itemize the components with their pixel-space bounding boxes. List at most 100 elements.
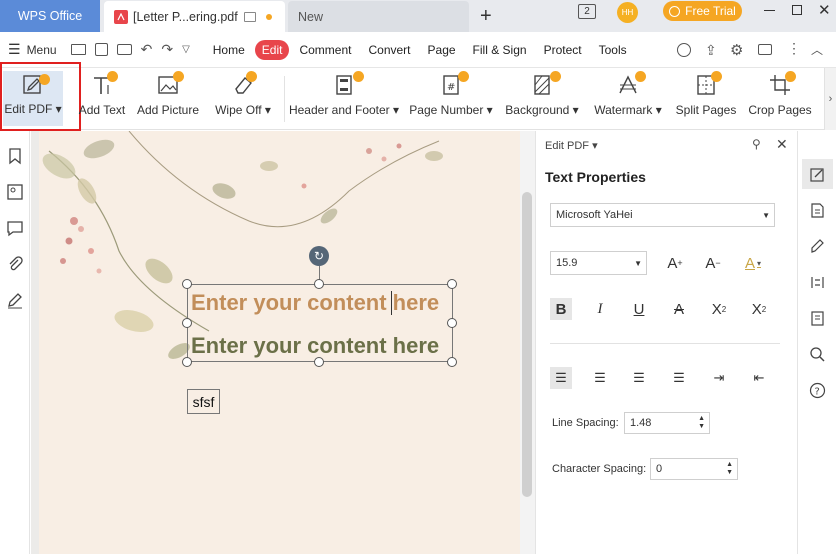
upload-icon[interactable]: ⇪ [705, 42, 717, 59]
comment-bubble-icon[interactable] [758, 44, 772, 55]
resize-handle[interactable] [447, 279, 457, 289]
small-text-box[interactable]: sfsf [187, 389, 220, 414]
superscript-icon[interactable]: X2 [708, 298, 730, 320]
help-question-icon[interactable]: ? [809, 382, 826, 399]
decrease-font-size-icon[interactable]: A − [702, 252, 724, 274]
save-icon[interactable] [94, 43, 108, 56]
align-center-icon[interactable]: ☰ [589, 367, 611, 389]
align-right-icon[interactable]: ☰ [628, 367, 650, 389]
menu-item-edit[interactable]: Edit [254, 39, 290, 60]
indent-decrease-icon[interactable]: ⇤ [748, 367, 770, 389]
close-window-icon[interactable]: ✕ [818, 1, 831, 19]
wipe-off-button[interactable]: Wipe Off ▾ [213, 68, 273, 130]
monitor-icon[interactable] [244, 11, 256, 22]
right-toolbar: ? [797, 131, 836, 554]
collapse-ribbon-icon[interactable]: ︿ [811, 41, 823, 58]
maximize-icon[interactable] [792, 5, 802, 15]
stepper-icon[interactable]: ▲ ▼ [698, 415, 705, 431]
redo-icon[interactable]: ↷ [161, 41, 173, 58]
page-settings-icon[interactable] [809, 310, 826, 327]
justify-icon[interactable]: ☰ [668, 367, 690, 389]
add-text-button[interactable]: Add Text [76, 68, 128, 130]
line-spacing-input[interactable]: 1.48 ▲ ▼ [624, 412, 710, 434]
document-list-icon[interactable] [809, 202, 826, 219]
share-user-icon[interactable] [677, 43, 691, 57]
close-panel-icon[interactable]: ✕ [776, 136, 788, 153]
add-picture-button[interactable]: Add Picture [137, 68, 199, 130]
fill-sign-pen-icon[interactable] [809, 238, 826, 255]
window-count: 2 [584, 6, 590, 17]
customize-dropdown-icon[interactable]: ▽ [182, 44, 190, 55]
new-tab-plus-icon[interactable]: + [480, 6, 492, 26]
pdf-page[interactable]: ↻ Enter your content here Enter your con… [39, 131, 520, 554]
settings-gear-icon[interactable]: ⚙ [730, 41, 743, 59]
resize-handle[interactable] [447, 357, 457, 367]
resize-handle[interactable] [182, 318, 192, 328]
menu-item-page[interactable]: Page [421, 40, 463, 60]
align-left-icon[interactable]: ☰ [550, 367, 572, 389]
content-text-line-2[interactable]: Enter your content here [191, 333, 439, 359]
signature-pen-icon[interactable] [6, 291, 24, 309]
background-button[interactable]: Background ▾ [505, 68, 579, 130]
free-trial-button[interactable]: Free Trial [663, 1, 742, 21]
italic-icon[interactable]: I [589, 298, 611, 320]
character-spacing-input[interactable]: 0 ▲ ▼ [650, 458, 738, 480]
menu-item-fill-sign[interactable]: Fill & Sign [466, 40, 534, 60]
document-canvas[interactable]: ↻ Enter your content here Enter your con… [31, 131, 520, 554]
undo-icon[interactable]: ↶ [141, 41, 153, 58]
resize-handle[interactable] [314, 279, 324, 289]
split-columns-icon[interactable] [809, 274, 826, 291]
resize-handle[interactable] [447, 318, 457, 328]
font-color-icon[interactable]: A ▾ [742, 252, 764, 274]
menu-item-convert[interactable]: Convert [361, 40, 417, 60]
bold-icon[interactable]: B [550, 298, 572, 320]
menu-button[interactable]: ☰ Menu [8, 41, 57, 58]
crop-pages-button[interactable]: Crop Pages [748, 68, 812, 130]
thumbnail-image-icon[interactable] [6, 183, 24, 201]
tab-document[interactable]: [Letter P...ering.pdf [104, 1, 285, 32]
content-text-line-1[interactable]: Enter your content here [191, 290, 439, 316]
page-number-button[interactable]: # Page Number ▾ [409, 68, 493, 130]
avatar-initials: HH [621, 8, 634, 17]
avatar[interactable]: HH [617, 2, 638, 23]
split-pages-label: Split Pages [675, 103, 737, 117]
panel-header-dropdown[interactable]: Edit PDF ▾ [545, 139, 598, 152]
split-pages-button[interactable]: Split Pages [676, 68, 736, 130]
indent-increase-icon[interactable]: ⇥ [708, 367, 730, 389]
window-count-icon[interactable]: 2 [578, 4, 596, 19]
underline-icon[interactable]: U [628, 298, 650, 320]
increase-font-size-icon[interactable]: A + [664, 252, 686, 274]
menu-item-home[interactable]: Home [206, 40, 252, 60]
edit-pencil-icon[interactable] [809, 166, 826, 183]
print-icon[interactable] [116, 44, 132, 55]
more-options-icon[interactable]: ⋮ [787, 40, 801, 57]
annotation-comment-icon[interactable] [6, 219, 24, 237]
attachment-paperclip-icon[interactable] [6, 255, 24, 273]
search-zoom-icon[interactable] [809, 346, 826, 363]
stepper-icon[interactable]: ▲ ▼ [726, 461, 733, 477]
edit-pdf-button[interactable]: Edit PDF ▾ [3, 71, 63, 126]
subscript-icon[interactable]: X2 [748, 298, 770, 320]
svg-text:#: # [447, 82, 455, 93]
font-family-select[interactable]: Microsoft YaHei ▼ [550, 203, 775, 227]
ribbon-scroll-right-icon[interactable]: › [824, 68, 836, 130]
crop-pages-label: Crop Pages [748, 103, 812, 117]
scrollbar-thumb[interactable] [522, 192, 532, 497]
tab-new[interactable]: New [288, 1, 469, 32]
menu-item-protect[interactable]: Protect [537, 40, 589, 60]
menu-item-comment[interactable]: Comment [292, 40, 358, 60]
strikethrough-icon[interactable]: A [668, 298, 690, 320]
open-folder-icon[interactable] [70, 44, 86, 55]
watermark-button[interactable]: Watermark ▾ [593, 68, 663, 130]
minimize-icon[interactable] [764, 10, 775, 11]
panel-title: Text Properties [545, 169, 646, 185]
add-text-label: Add Text [78, 103, 126, 117]
pin-icon[interactable]: ⚲ [752, 137, 761, 151]
font-size-select[interactable]: 15.9 ▼ [550, 251, 647, 275]
bookmark-icon[interactable] [6, 147, 24, 165]
header-footer-button[interactable]: Header and Footer ▾ [289, 68, 399, 130]
resize-handle[interactable] [182, 279, 192, 289]
tab-wps-office[interactable]: WPS Office [0, 0, 100, 32]
menu-item-tools[interactable]: Tools [592, 40, 634, 60]
rotate-handle-icon[interactable]: ↻ [309, 246, 329, 266]
